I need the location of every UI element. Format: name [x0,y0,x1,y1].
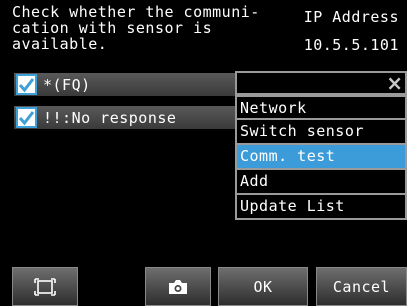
menu-item-network[interactable]: Network [235,95,407,120]
menu-item-add[interactable]: Add [235,170,407,195]
menu-item-update-list[interactable]: Update List [235,195,407,220]
menu-item-switch-sensor[interactable]: Switch sensor [235,120,407,145]
checkbox[interactable] [16,74,37,95]
frame-button[interactable] [12,267,78,306]
camera-icon [169,279,187,294]
ok-button[interactable]: OK [218,267,308,306]
checkmark-icon [18,78,35,93]
ip-address-value: 10.5.5.101 [303,36,399,54]
sensor-list-item-label: *(FQ) [43,75,91,94]
sensor-list-item[interactable]: *(FQ) [12,71,240,98]
ip-address-label: IP Address [303,8,399,26]
checkbox[interactable] [16,107,37,128]
checkmark-icon [18,111,35,126]
camera-button[interactable] [145,267,211,306]
menu-item-comm-test[interactable]: Comm. test [235,145,407,170]
close-icon[interactable]: × [386,71,403,95]
context-menu: Network Switch sensor Comm. test Add Upd… [235,95,407,220]
context-menu-header: × [235,71,407,95]
sensor-list-item[interactable]: !!:No response [12,104,240,131]
frame-icon [34,277,56,296]
cancel-button[interactable]: Cancel [316,267,407,306]
sensor-list-item-label: !!:No response [43,108,177,127]
instruction-message: Check whether the communi- cation with s… [12,3,260,53]
